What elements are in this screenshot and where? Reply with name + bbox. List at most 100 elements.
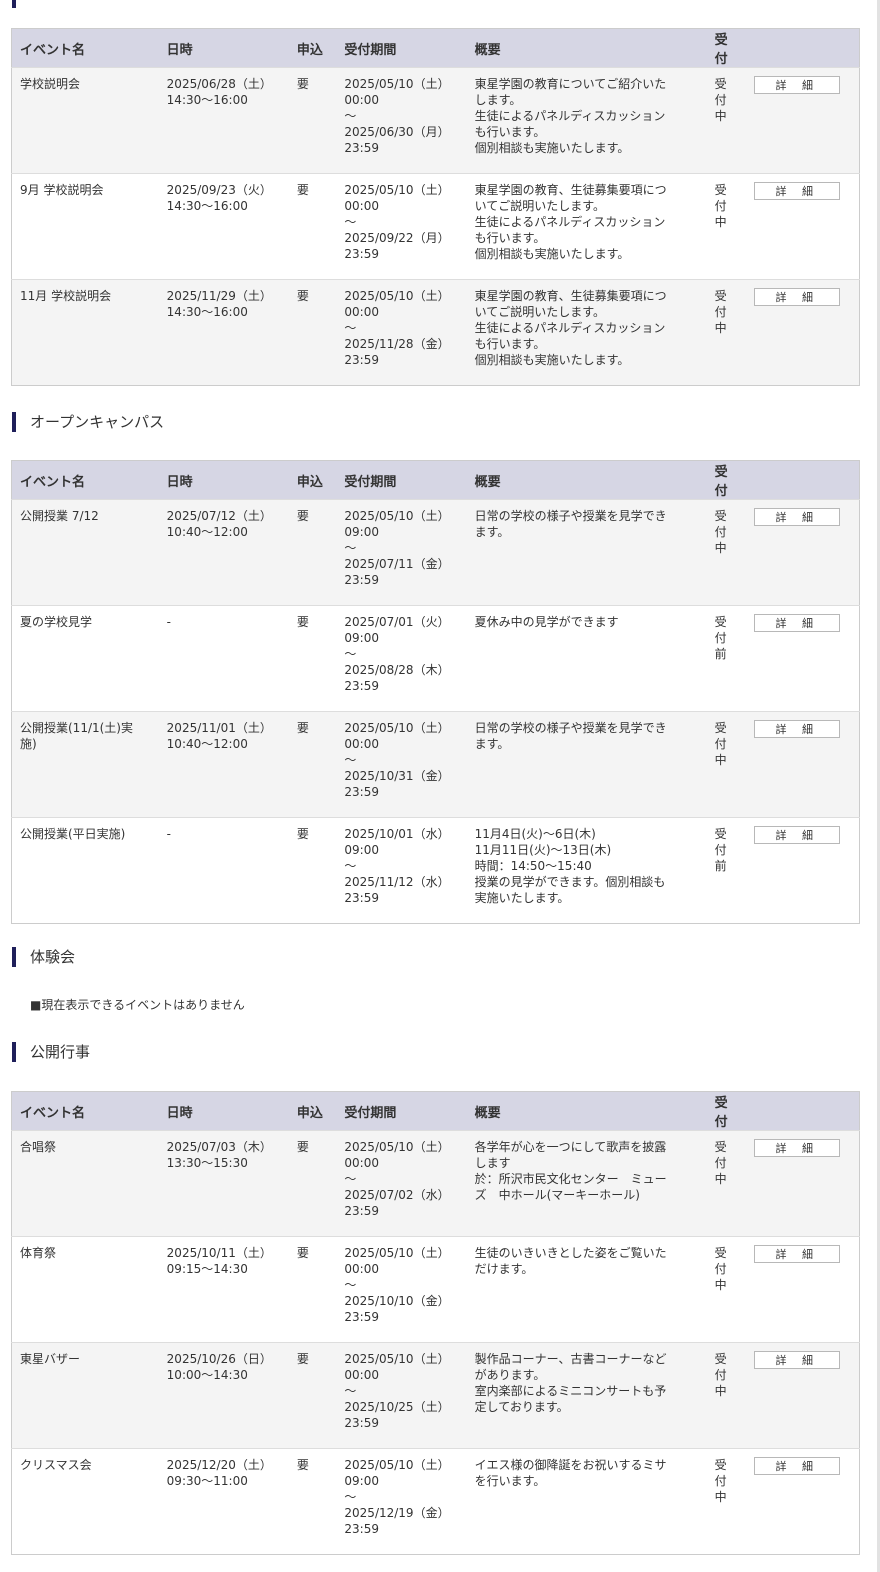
event-apply: 要: [288, 173, 337, 280]
detail-cell: 詳 細: [746, 1130, 860, 1237]
event-date: -: [158, 817, 289, 924]
detail-button[interactable]: 詳 細: [754, 720, 841, 738]
event-status: 受付中: [706, 711, 747, 818]
event-apply: 要: [288, 499, 337, 606]
table-row: 合唱祭 2025/07/03（木） 13:30〜15:30 要 2025/05/…: [11, 1130, 860, 1237]
event-period: 2025/05/10（土） 00:00 〜 2025/10/31（金） 23:5…: [336, 711, 467, 818]
event-summary: 11月4日(火)〜6日(木) 11月11日(火)〜13日(木) 時間：14:50…: [466, 817, 707, 924]
event-name: 公開授業(11/1(土)実 施): [11, 711, 159, 818]
table-header-row: イベント名 日時 申込 受付期間 概要 受付: [11, 460, 860, 500]
event-date: 2025/07/12（土） 10:40〜12:00: [158, 499, 289, 606]
event-status: 受付前: [706, 817, 747, 924]
event-apply: 要: [288, 1342, 337, 1449]
table-row: 学校説明会 2025/06/28（土） 14:30〜16:00 要 2025/0…: [11, 67, 860, 174]
event-apply: 要: [288, 817, 337, 924]
event-table-section-briefing: イベント名 日時 申込 受付期間 概要 受付 学校説明会 2025/06/28（…: [11, 28, 860, 386]
detail-button[interactable]: 詳 細: [754, 614, 841, 632]
event-name: クリスマス会: [11, 1448, 159, 1555]
column-header-summary: 概要: [466, 460, 707, 500]
event-date: 2025/09/23（火） 14:30〜16:00: [158, 173, 289, 280]
event-summary: 東星学園の教育、生徒募集要項につ いてご説明いたします。 生徒によるパネルディス…: [466, 173, 707, 280]
event-table: イベント名 日時 申込 受付期間 概要 受付 学校説明会 2025/06/28（…: [11, 28, 860, 386]
detail-button[interactable]: 詳 細: [754, 1351, 841, 1369]
table-row: 9月 学校説明会 2025/09/23（火） 14:30〜16:00 要 202…: [11, 173, 860, 280]
event-table-section-public-events: イベント名 日時 申込 受付期間 概要 受付 合唱祭 2025/07/03（木）…: [11, 1091, 860, 1555]
event-date: 2025/10/26（日） 10:00〜14:30: [158, 1342, 289, 1449]
event-date: 2025/11/01（土） 10:40〜12:00: [158, 711, 289, 818]
detail-cell: 詳 細: [746, 817, 860, 924]
event-summary: 夏休み中の見学ができます: [466, 605, 707, 712]
column-header-summary: 概要: [466, 1091, 707, 1131]
event-name: 夏の学校見学: [11, 605, 159, 712]
event-period: 2025/05/10（土） 00:00 〜 2025/10/25（土） 23:5…: [336, 1342, 467, 1449]
event-date: 2025/12/20（土） 09:30〜11:00: [158, 1448, 289, 1555]
column-header-status: 受付: [706, 28, 747, 68]
event-summary: 東星学園の教育についてご紹介いた します。 生徒によるパネルディスカッション も…: [466, 67, 707, 174]
detail-button[interactable]: 詳 細: [754, 1245, 841, 1263]
table-row: クリスマス会 2025/12/20（土） 09:30〜11:00 要 2025/…: [11, 1448, 860, 1555]
detail-button[interactable]: 詳 細: [754, 508, 841, 526]
table-row: 公開授業(11/1(土)実 施) 2025/11/01（土） 10:40〜12:…: [11, 711, 860, 818]
column-header-period: 受付期間: [336, 28, 467, 68]
event-period: 2025/05/10（土） 09:00 〜 2025/12/19（金） 23:5…: [336, 1448, 467, 1555]
detail-button[interactable]: 詳 細: [754, 182, 841, 200]
column-header-detail: [746, 460, 860, 500]
column-header-apply: 申込: [288, 460, 337, 500]
detail-button[interactable]: 詳 細: [754, 826, 841, 844]
event-table: イベント名 日時 申込 受付期間 概要 受付 公開授業 7/12 2025/07…: [11, 460, 860, 924]
detail-button[interactable]: 詳 細: [754, 76, 841, 94]
event-name: 公開授業 7/12: [11, 499, 159, 606]
column-header-apply: 申込: [288, 1091, 337, 1131]
column-header-detail: [746, 28, 860, 68]
event-apply: 要: [288, 1448, 337, 1555]
event-period: 2025/05/10（土） 00:00 〜 2025/07/02（水） 23:5…: [336, 1130, 467, 1237]
event-date: 2025/07/03（木） 13:30〜15:30: [158, 1130, 289, 1237]
event-status: 受付中: [706, 279, 747, 386]
detail-button[interactable]: 詳 細: [754, 1457, 841, 1475]
detail-button[interactable]: 詳 細: [754, 288, 841, 306]
detail-button[interactable]: 詳 細: [754, 1139, 841, 1157]
table-row: 公開授業 7/12 2025/07/12（土） 10:40〜12:00 要 20…: [11, 499, 860, 606]
event-summary: イエス様の御降誕をお祝いするミサ を行います。: [466, 1448, 707, 1555]
event-period: 2025/10/01（水） 09:00 〜 2025/11/12（水） 23:5…: [336, 817, 467, 924]
column-header-date: 日時: [158, 460, 289, 500]
event-summary: 製作品コーナー、古書コーナーなど があります。 室内楽部によるミニコンサートも予…: [466, 1342, 707, 1449]
event-status: 受付中: [706, 1130, 747, 1237]
event-period: 2025/05/10（土） 00:00 〜 2025/06/30（月） 23:5…: [336, 67, 467, 174]
detail-cell: 詳 細: [746, 711, 860, 818]
table-row: 公開授業(平日実施) - 要 2025/10/01（水） 09:00 〜 202…: [11, 817, 860, 924]
detail-cell: 詳 細: [746, 1236, 860, 1343]
table-row: 夏の学校見学 - 要 2025/07/01（火） 09:00 〜 2025/08…: [11, 605, 860, 712]
no-events-message: ■現在表示できるイベントはありません: [30, 998, 245, 1012]
event-name: 合唱祭: [11, 1130, 159, 1237]
detail-cell: 詳 細: [746, 173, 860, 280]
event-status: 受付中: [706, 1236, 747, 1343]
event-period: 2025/05/10（土） 00:00 〜 2025/10/10（金） 23:5…: [336, 1236, 467, 1343]
table-header-row: イベント名 日時 申込 受付期間 概要 受付: [11, 28, 860, 68]
event-period: 2025/05/10（土） 09:00 〜 2025/07/11（金） 23:5…: [336, 499, 467, 606]
event-apply: 要: [288, 711, 337, 818]
column-header-summary: 概要: [466, 28, 707, 68]
column-header-date: 日時: [158, 28, 289, 68]
section-heading-open-campus: オープンキャンパス: [12, 412, 164, 432]
event-date: 2025/10/11（土） 09:15〜14:30: [158, 1236, 289, 1343]
event-name: 9月 学校説明会: [11, 173, 159, 280]
event-name: 体育祭: [11, 1236, 159, 1343]
section-heading-trial: 体験会: [12, 947, 75, 967]
event-apply: 要: [288, 1236, 337, 1343]
event-summary: 各学年が心を一つにして歌声を披露 します 於：所沢市民文化センター ミュー ズ …: [466, 1130, 707, 1237]
column-header-name: イベント名: [11, 1091, 159, 1131]
table-row: 11月 学校説明会 2025/11/29（土） 14:30〜16:00 要 20…: [11, 279, 860, 386]
event-table-section-open-campus: イベント名 日時 申込 受付期間 概要 受付 公開授業 7/12 2025/07…: [11, 460, 860, 924]
section-accent-bar: [12, 0, 16, 8]
event-name: 学校説明会: [11, 67, 159, 174]
column-header-detail: [746, 1091, 860, 1131]
section-heading-public-events: 公開行事: [12, 1042, 90, 1062]
column-header-apply: 申込: [288, 28, 337, 68]
event-period: 2025/07/01（火） 09:00 〜 2025/08/28（木） 23:5…: [336, 605, 467, 712]
detail-cell: 詳 細: [746, 499, 860, 606]
event-status: 受付中: [706, 173, 747, 280]
event-summary: 日常の学校の様子や授業を見学でき ます。: [466, 711, 707, 818]
column-header-period: 受付期間: [336, 460, 467, 500]
event-table: イベント名 日時 申込 受付期間 概要 受付 合唱祭 2025/07/03（木）…: [11, 1091, 860, 1555]
